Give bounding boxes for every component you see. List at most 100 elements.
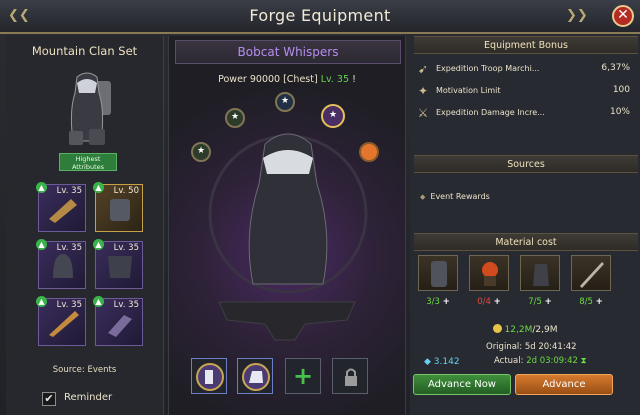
chest-armor-icon — [108, 256, 132, 278]
troop-march-icon: ➹ — [417, 62, 429, 76]
claw-icon — [108, 315, 132, 337]
advance-button[interactable]: Advance — [515, 374, 613, 395]
material-slot[interactable] — [520, 255, 560, 291]
reminder-checkbox[interactable]: ✔ — [42, 392, 56, 406]
material-count: 3/3 + — [418, 297, 458, 307]
horse-rune-icon — [242, 363, 270, 391]
upgrade-available-icon: ▲ — [36, 296, 47, 307]
ornament-right-icon: ❯❯ — [566, 8, 588, 23]
equipment-slot[interactable]: ▲ Lv. 35 — [36, 296, 86, 346]
source-item[interactable]: ◆ Event Rewards — [420, 192, 490, 201]
equipment-slot[interactable]: ▲ Lv. 50 — [93, 182, 143, 232]
original-time: Original: 5d 20:41:42 — [486, 342, 577, 352]
attribute-slot[interactable] — [237, 358, 273, 394]
equipment-slot[interactable]: ▲ Lv. 35 — [93, 296, 143, 346]
add-material-button[interactable]: + — [596, 297, 603, 307]
material-count: 8/5 + — [571, 297, 611, 307]
gauntlet-material-icon — [533, 264, 549, 286]
highest-attributes-label: Highest Attributes — [71, 155, 105, 171]
bonus-row: ⚔ Expedition Damage Incre... 10% — [416, 104, 636, 122]
bracer-icon — [49, 199, 77, 223]
set-title: Mountain Clan Set — [31, 44, 138, 58]
bonus-row: ✦ Motivation Limit 100 — [416, 82, 636, 100]
material-slot[interactable] — [469, 255, 509, 291]
material-need: /4 — [482, 297, 491, 307]
add-material-button[interactable]: + — [443, 297, 450, 307]
equipment-slot[interactable]: ▲ Lv. 35 — [36, 182, 86, 232]
bonus-name: Expedition Troop Marchi... — [436, 64, 540, 73]
close-button[interactable]: ✕ — [612, 5, 634, 27]
material-slot[interactable] — [571, 255, 611, 291]
source-text: Source: Events — [52, 365, 117, 375]
plus-icon: + — [292, 362, 314, 390]
material-count: 7/5 + — [520, 297, 560, 307]
reminder-label: Reminder — [64, 392, 113, 403]
gold-coin-icon — [492, 324, 502, 333]
material-slot[interactable] — [418, 255, 458, 291]
boot-rune-icon — [196, 363, 224, 391]
speedup: ◆ 3.142 — [424, 357, 460, 367]
bonus-name: Expedition Damage Incre... — [436, 108, 545, 117]
advance-now-label: Advance Now — [427, 379, 496, 390]
power-line: Power 90000 [Chest] Lv. 35 ! — [169, 74, 405, 85]
details-panel: Equipment Bonus ➹ Expedition Troop March… — [410, 36, 640, 415]
bonus-name: Motivation Limit — [436, 86, 501, 95]
original-label: Original: — [486, 342, 523, 352]
gem-slot[interactable]: ★ — [275, 92, 295, 112]
sources-header: Sources — [414, 155, 638, 173]
gold-have: 12,2M — [504, 325, 533, 335]
attribute-slot[interactable] — [191, 358, 227, 394]
material-need: /5 — [533, 297, 542, 307]
source-item-label: Event Rewards — [430, 192, 490, 201]
equipment-slot[interactable]: ▲ Lv. 35 — [36, 239, 86, 289]
material-count: 0/4 + — [469, 297, 509, 307]
highest-attributes-button[interactable]: Highest Attributes — [59, 153, 117, 171]
add-material-button[interactable]: + — [545, 297, 552, 307]
blades-material-icon — [580, 262, 604, 288]
star-icon: ★ — [328, 110, 338, 120]
armor-set-icon — [69, 72, 111, 145]
equipment-slot[interactable]: ▲ Lv. 35 — [93, 239, 143, 289]
bonus-row: ➹ Expedition Troop Marchi... 6,37% — [416, 60, 636, 78]
actual-label: Actual: — [494, 356, 524, 366]
title-bar: ❮❮ Forge Equipment ❯❯ ✕ — [0, 0, 640, 34]
forge-equipment-window: ❮❮ Forge Equipment ❯❯ ✕ Mountain Clan Se… — [0, 0, 640, 415]
damage-icon: ⚔ — [417, 106, 429, 120]
equipment-bonus-header: Equipment Bonus — [414, 36, 638, 54]
warning-icon: ! — [352, 74, 356, 85]
advance-now-button[interactable]: Advance Now — [413, 374, 511, 395]
hourglass-icon: ⧗ — [580, 356, 587, 366]
upgrade-available-icon: ▲ — [93, 239, 104, 250]
upgrade-available-icon: ▲ — [93, 296, 104, 307]
actual-time: Actual: 2d 03:09:42 ⧗ — [494, 356, 587, 366]
material-need: /3 — [431, 297, 440, 307]
bonus-value: 100 — [612, 85, 630, 95]
upgrade-available-icon: ▲ — [36, 239, 47, 250]
bonus-value: 6,37% — [601, 63, 630, 73]
diamond-bullet-icon: ◆ — [420, 193, 426, 201]
item-preview-panel: Bobcat Whispers Power 90000 [Chest] Lv. … — [168, 36, 406, 415]
power-text: Power 90000 [Chest] — [218, 74, 318, 85]
gold-cost: 12,2M/2,9M — [410, 324, 640, 335]
close-icon: ✕ — [617, 7, 629, 23]
chest-armor-preview-icon — [208, 133, 368, 341]
checkmark-icon: ✔ — [44, 392, 54, 405]
actual-value: 2d 03:09:42 — [526, 356, 578, 366]
weapon-icon — [49, 311, 79, 337]
gold-need: /2,9M — [532, 325, 558, 335]
item-name: Bobcat Whispers — [175, 40, 401, 64]
bonus-value: 10% — [609, 107, 630, 117]
add-material-button[interactable]: + — [494, 297, 501, 307]
motivation-icon: ✦ — [417, 84, 429, 98]
item-level: Lv. 35 — [320, 74, 350, 85]
set-panel: Mountain Clan Set Highest Attributes ▲ L… — [6, 36, 164, 415]
original-value: 5d 20:41:42 — [524, 342, 577, 352]
material-need: /5 — [584, 297, 593, 307]
helmet-icon — [53, 254, 73, 278]
advance-label: Advance — [542, 379, 586, 390]
add-attribute-button[interactable]: + — [285, 358, 321, 394]
star-icon: ★ — [230, 112, 240, 122]
speedup-value: 3.142 — [433, 357, 460, 367]
speedup-crystal-icon: ◆ — [424, 357, 431, 367]
material-cost-header: Material cost — [414, 233, 638, 251]
